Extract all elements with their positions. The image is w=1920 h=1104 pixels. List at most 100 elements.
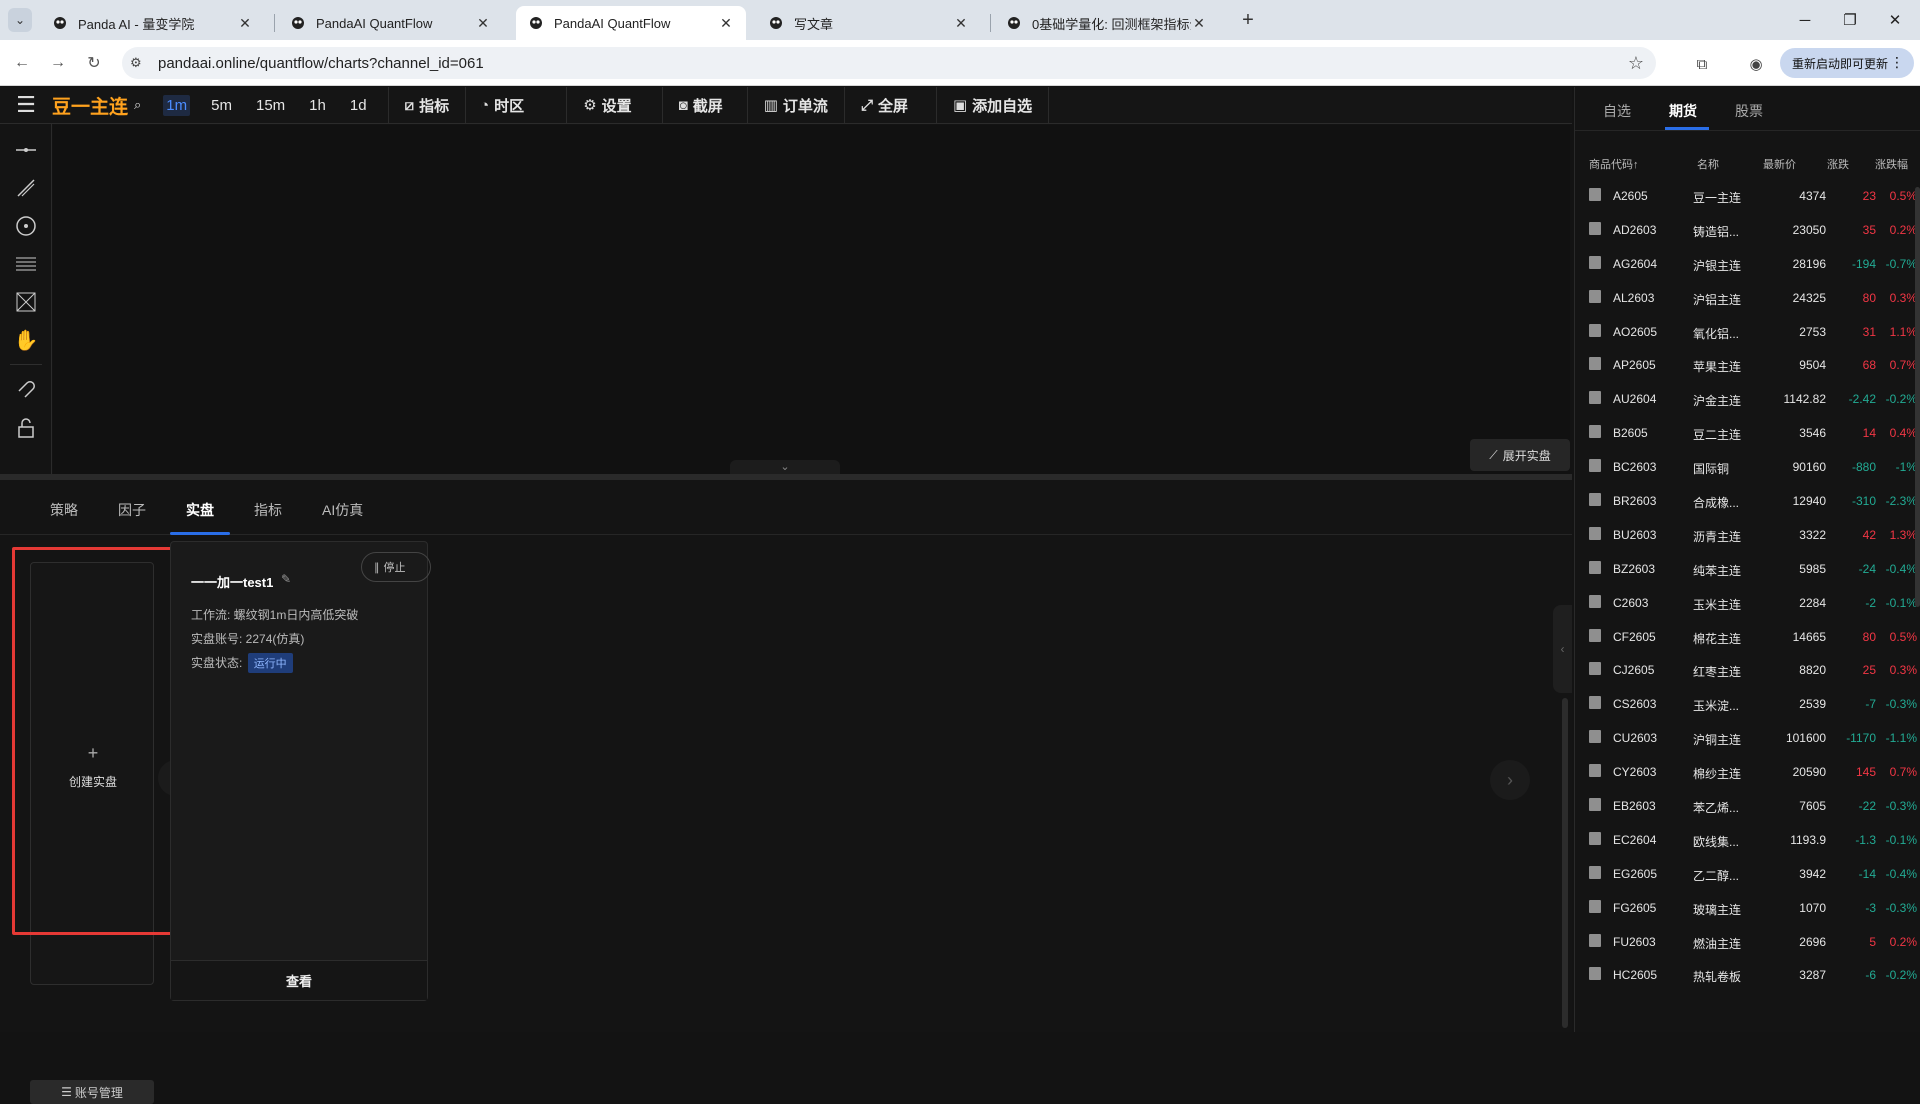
bookmark-icon[interactable] (1589, 899, 1601, 913)
header-pct[interactable]: 涨跌幅 (1875, 156, 1908, 172)
hand-pan-tool-icon[interactable]: ✋ (12, 326, 40, 354)
url-omnibox[interactable]: ⚙ pandaai.online/quantflow/charts?channe… (122, 47, 1656, 79)
watchlist-row[interactable]: AO2605 氧化铝... 2753 31 1.1% (1575, 315, 1920, 349)
bookmark-icon[interactable] (1589, 730, 1601, 744)
menu-icon[interactable]: ☰ (0, 92, 52, 118)
bookmark-icon[interactable] (1589, 594, 1601, 608)
side-panel-toggle[interactable]: ‹ (1553, 605, 1572, 693)
bookmark-icon[interactable] (1589, 357, 1601, 371)
watchlist-row[interactable]: EG2605 乙二醇... 3942 -14 -0.4% (1575, 857, 1920, 891)
bookmark-icon[interactable] (1589, 764, 1601, 778)
bookmark-icon[interactable] (1589, 560, 1601, 574)
watchlist-row[interactable]: BC2603 国际铜 90160 -880 -1% (1575, 450, 1920, 484)
browser-tab-3-active[interactable]: PandaAI QuantFlow ✕ (516, 6, 746, 40)
magnet-tool-icon[interactable] (12, 374, 40, 402)
back-button[interactable]: ← (10, 51, 34, 75)
watchlist-row[interactable]: AL2603 沪铝主连 24325 80 0.3% (1575, 281, 1920, 315)
timezone-button[interactable]: ◔ 时区 (466, 86, 568, 124)
watchlist-row[interactable]: EC2604 欧线集... 1193.9 -1.3 -0.1% (1575, 823, 1920, 857)
stop-button[interactable]: ∥ 停止 (361, 552, 431, 582)
timeframe-1d[interactable]: 1d (347, 95, 370, 116)
header-change[interactable]: 涨跌 (1827, 156, 1849, 172)
tab-futures[interactable]: 期货 (1669, 101, 1697, 121)
bookmark-icon[interactable] (1589, 255, 1601, 269)
watchlist-row[interactable]: AG2604 沪银主连 28196 -194 -0.7% (1575, 247, 1920, 281)
header-name[interactable]: 名称 (1697, 156, 1719, 172)
tab-indicator[interactable]: 指标 (254, 500, 282, 520)
watchlist-row[interactable]: CY2603 棉纱主连 20590 145 0.7% (1575, 755, 1920, 789)
tab-stocks[interactable]: 股票 (1735, 101, 1763, 121)
watchlist-row[interactable]: EB2603 苯乙烯... 7605 -22 -0.3% (1575, 789, 1920, 823)
timeframe-1h[interactable]: 1h (306, 95, 329, 116)
watchlist-row[interactable]: FU2603 燃油主连 2696 5 0.2% (1575, 925, 1920, 959)
tab-watchlist[interactable]: 自选 (1603, 101, 1631, 121)
bookmark-icon[interactable] (1589, 526, 1601, 540)
indicator-button[interactable]: ⧄ 指标 (389, 86, 467, 124)
browser-tab-4[interactable]: 写文章 ✕ (756, 6, 981, 40)
browser-tab-2[interactable]: PandaAI QuantFlow ✕ (278, 6, 503, 40)
bookmark-icon[interactable] (1589, 493, 1601, 507)
minimize-button[interactable]: ─ (1790, 8, 1820, 32)
browser-tab-1[interactable]: Panda AI - 量变学院 ✕ (40, 6, 265, 40)
watchlist-row[interactable]: CF2605 棉花主连 14665 80 0.5% (1575, 620, 1920, 654)
restore-button[interactable]: ❐ (1835, 8, 1865, 32)
search-icon[interactable]: ⌕ (134, 97, 141, 113)
bookmark-icon[interactable] (1589, 425, 1601, 439)
watchlist-row[interactable]: AP2605 苹果主连 9504 68 0.7% (1575, 348, 1920, 382)
watchlist-row[interactable]: BU2603 沥青主连 3322 42 1.3% (1575, 518, 1920, 552)
symbol-name[interactable]: 豆一主连 (52, 92, 128, 119)
tab-factor[interactable]: 因子 (118, 500, 146, 520)
settings-button[interactable]: ⚙ 设置 (567, 86, 663, 124)
bookmark-icon[interactable] (1589, 865, 1601, 879)
screenshot-button[interactable]: ◙ 截屏 (663, 86, 748, 124)
forward-button[interactable]: → (46, 51, 70, 75)
bookmark-icon[interactable] (1589, 459, 1601, 473)
add-watch-button[interactable]: ▣ 添加自选 (937, 86, 1050, 124)
trend-line-tool-icon[interactable] (12, 174, 40, 202)
bookmark-icon[interactable] (1589, 323, 1601, 337)
edit-icon[interactable]: ✎ (281, 572, 291, 586)
tab-ai-sim[interactable]: AI仿真 (322, 500, 363, 520)
profile-icon[interactable]: ◉ (1744, 52, 1768, 76)
watchlist-row[interactable]: BZ2603 纯苯主连 5985 -24 -0.4% (1575, 552, 1920, 586)
carousel-next-button[interactable]: › (1490, 760, 1530, 800)
watchlist-row[interactable]: BR2603 合成橡... 12940 -310 -2.3% (1575, 484, 1920, 518)
chart-canvas[interactable] (53, 125, 1570, 475)
tab-live[interactable]: 实盘 (186, 500, 214, 520)
new-tab-button[interactable]: + (1236, 8, 1260, 32)
orderflow-button[interactable]: ▥ 订单流 (748, 86, 845, 124)
watchlist-row[interactable]: AU2604 沪金主连 1142.82 -2.42 -0.2% (1575, 382, 1920, 416)
close-icon[interactable]: ✕ (237, 15, 253, 32)
bookmark-icon[interactable] (1589, 289, 1601, 303)
header-code[interactable]: 商品代码↑ (1589, 156, 1639, 172)
bookmark-icon[interactable] (1589, 628, 1601, 642)
close-window-button[interactable]: ✕ (1880, 8, 1910, 32)
bookmark-icon[interactable] (1589, 188, 1601, 201)
close-icon[interactable]: ✕ (953, 15, 969, 32)
update-restart-button[interactable]: 重新启动即可更新 ⋮ (1780, 48, 1914, 78)
bookmark-icon[interactable] (1589, 391, 1601, 405)
watchlist-row[interactable]: CS2603 玉米淀... 2539 -7 -0.3% (1575, 687, 1920, 721)
watchlist-row[interactable]: HC2605 热轧卷板 3287 -6 -0.2% (1575, 958, 1920, 992)
reload-button[interactable]: ↻ (82, 51, 106, 75)
expand-live-button[interactable]: ⟋ 展开实盘 (1470, 439, 1570, 471)
watchlist-row[interactable]: AD2603 铸造铝... 23050 35 0.2% (1575, 213, 1920, 247)
bookmark-icon[interactable] (1589, 696, 1601, 710)
account-management-button[interactable]: ☰ 账号管理 (30, 1080, 154, 1104)
site-settings-icon[interactable]: ⚙ (130, 55, 152, 71)
circle-target-tool-icon[interactable] (12, 212, 40, 240)
tab-strategy[interactable]: 策略 (50, 500, 78, 520)
watchlist-row[interactable]: C2603 玉米主连 2284 -2 -0.1% (1575, 586, 1920, 620)
watchlist-row[interactable]: A2605 豆一主连 4374 23 0.5% (1575, 179, 1920, 213)
collapse-chart-handle[interactable]: ⌄ (730, 460, 840, 474)
pattern-tool-icon[interactable] (12, 288, 40, 316)
close-icon[interactable]: ✕ (718, 15, 734, 32)
watchlist-scrollbar[interactable] (1915, 187, 1920, 607)
bookmark-icon[interactable] (1589, 221, 1601, 235)
view-button[interactable]: 查看 (171, 960, 427, 1000)
close-icon[interactable]: ✕ (1191, 15, 1207, 32)
bookmark-icon[interactable] (1589, 831, 1601, 845)
bookmark-star-icon[interactable]: ☆ (1628, 53, 1644, 74)
bookmark-icon[interactable] (1589, 798, 1601, 812)
fib-lines-tool-icon[interactable] (12, 250, 40, 278)
